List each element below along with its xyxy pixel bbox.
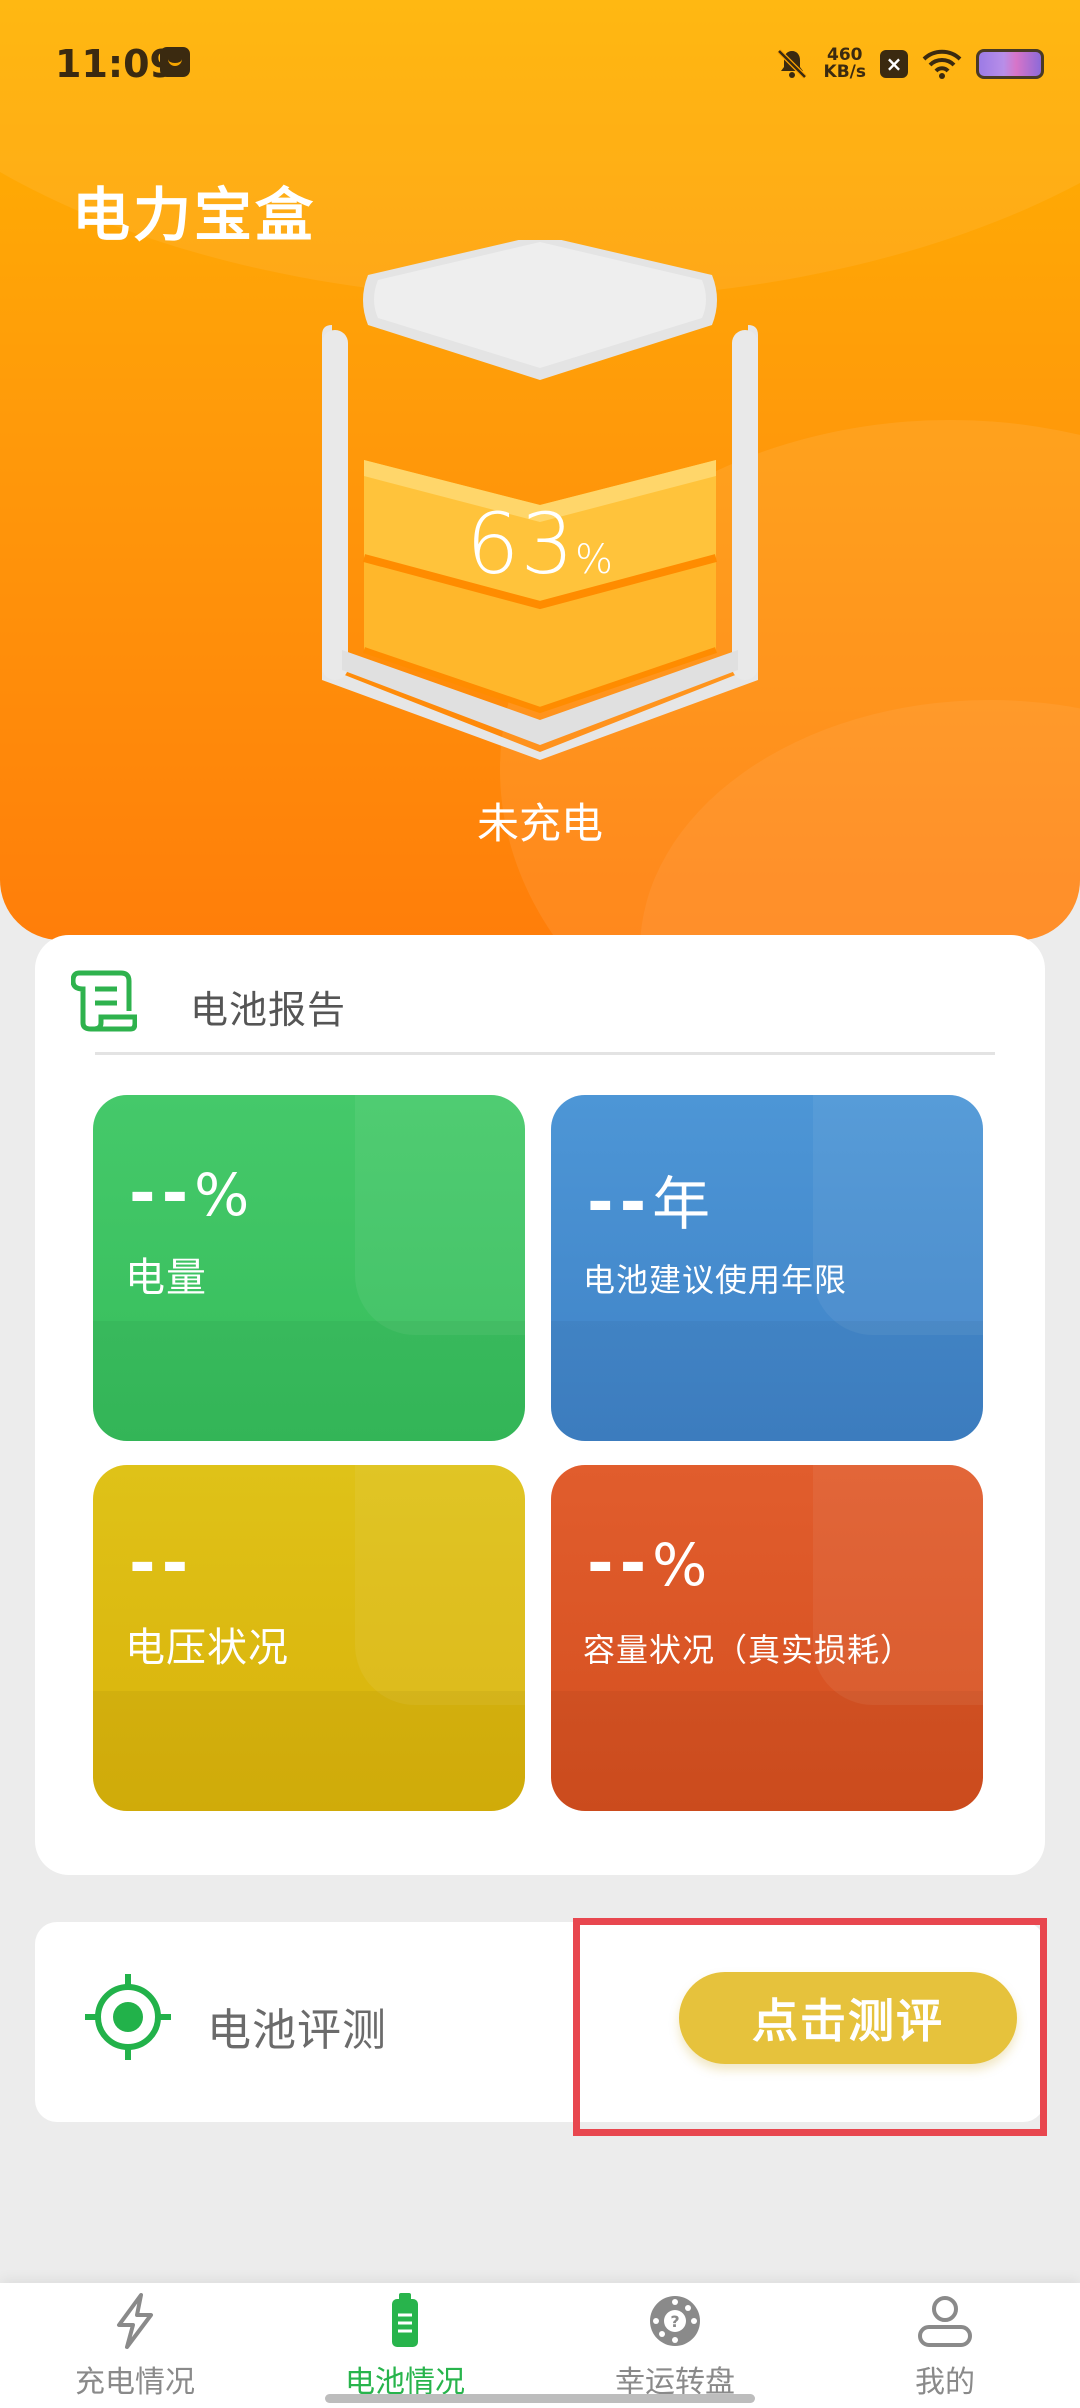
nav-label: 我的 — [915, 2365, 975, 2400]
network-speed: 460 KB/s — [824, 47, 866, 81]
tile-unit: % — [194, 1161, 250, 1229]
battery-percent-value: 63 — [466, 495, 575, 593]
tile-value-text: -- — [129, 1157, 195, 1231]
report-tiles: --% 电量 --年 电池建议使用年限 -- 电压状况 --% 容量状况（真实损… — [93, 1095, 983, 1811]
battery-evaluation-card: 电池评测 点击测评 — [35, 1922, 1045, 2122]
status-battery-icon — [976, 49, 1044, 79]
bell-muted-icon — [776, 49, 807, 79]
tile-voltage-status: -- 电压状况 — [93, 1465, 525, 1811]
tile-value: --年 — [587, 1157, 710, 1241]
battery-icon — [392, 2293, 418, 2347]
percent-sign: % — [574, 537, 614, 583]
tile-label: 电压状况 — [125, 1625, 289, 1671]
start-evaluation-button[interactable]: 点击测评 — [679, 1972, 1017, 2064]
nav-label: 充电情况 — [75, 2365, 195, 2400]
bottom-nav: 充电情况 电池情况 ? 幸运转盘 我的 — [0, 2283, 1080, 2408]
net-speed-unit: KB/s — [823, 62, 866, 82]
lightning-icon — [117, 2293, 153, 2349]
tile-label: 电池建议使用年限 — [583, 1261, 848, 1299]
battery-report-card: 电池报告 --% 电量 --年 电池建议使用年限 -- 电压状况 --% 容量状… — [35, 935, 1045, 1875]
svg-text:?: ? — [670, 2312, 679, 2331]
tile-value-text: -- — [587, 1166, 653, 1240]
wheel-icon: ? — [650, 2296, 700, 2346]
tile-unit: 年 — [652, 1170, 711, 1238]
nav-battery[interactable]: 电池情况 — [305, 2291, 505, 2401]
tile-value: --% — [587, 1527, 707, 1601]
tile-recommended-years: --年 电池建议使用年限 — [551, 1095, 983, 1441]
header-banner: 11:09 460 KB/s × 电力宝盒 63% 未充电 — [0, 0, 1080, 940]
tile-value-text: -- — [587, 1527, 653, 1601]
nav-lucky-wheel[interactable]: ? 幸运转盘 — [575, 2291, 775, 2401]
target-icon — [85, 1974, 171, 2060]
tile-value: --% — [129, 1157, 249, 1231]
shopping-bag-icon — [160, 47, 190, 77]
status-bar: 11:09 460 KB/s × — [0, 0, 1080, 125]
tile-label: 电量 — [125, 1255, 207, 1301]
tile-value: -- — [129, 1527, 194, 1601]
status-time: 11:09 — [55, 42, 176, 86]
nav-profile[interactable]: 我的 — [845, 2291, 1045, 2401]
tile-charge-level: --% 电量 — [93, 1095, 525, 1441]
battery-percent: 63% — [318, 495, 762, 593]
nav-charging[interactable]: 充电情况 — [35, 2291, 235, 2401]
app-title: 电力宝盒 — [72, 181, 317, 249]
user-icon — [918, 2296, 972, 2347]
evaluation-label: 电池评测 — [207, 2005, 387, 2056]
tile-value-text: -- — [129, 1527, 195, 1601]
tile-unit: % — [652, 1531, 708, 1599]
tile-capacity-status: --% 容量状况（真实损耗） — [551, 1465, 983, 1811]
tile-label: 容量状况（真实损耗） — [583, 1631, 914, 1669]
report-divider — [95, 965, 995, 1055]
wifi-icon — [922, 49, 962, 79]
home-indicator[interactable] — [325, 2394, 755, 2403]
close-badge-icon: × — [880, 50, 908, 78]
charge-status: 未充电 — [476, 799, 603, 848]
